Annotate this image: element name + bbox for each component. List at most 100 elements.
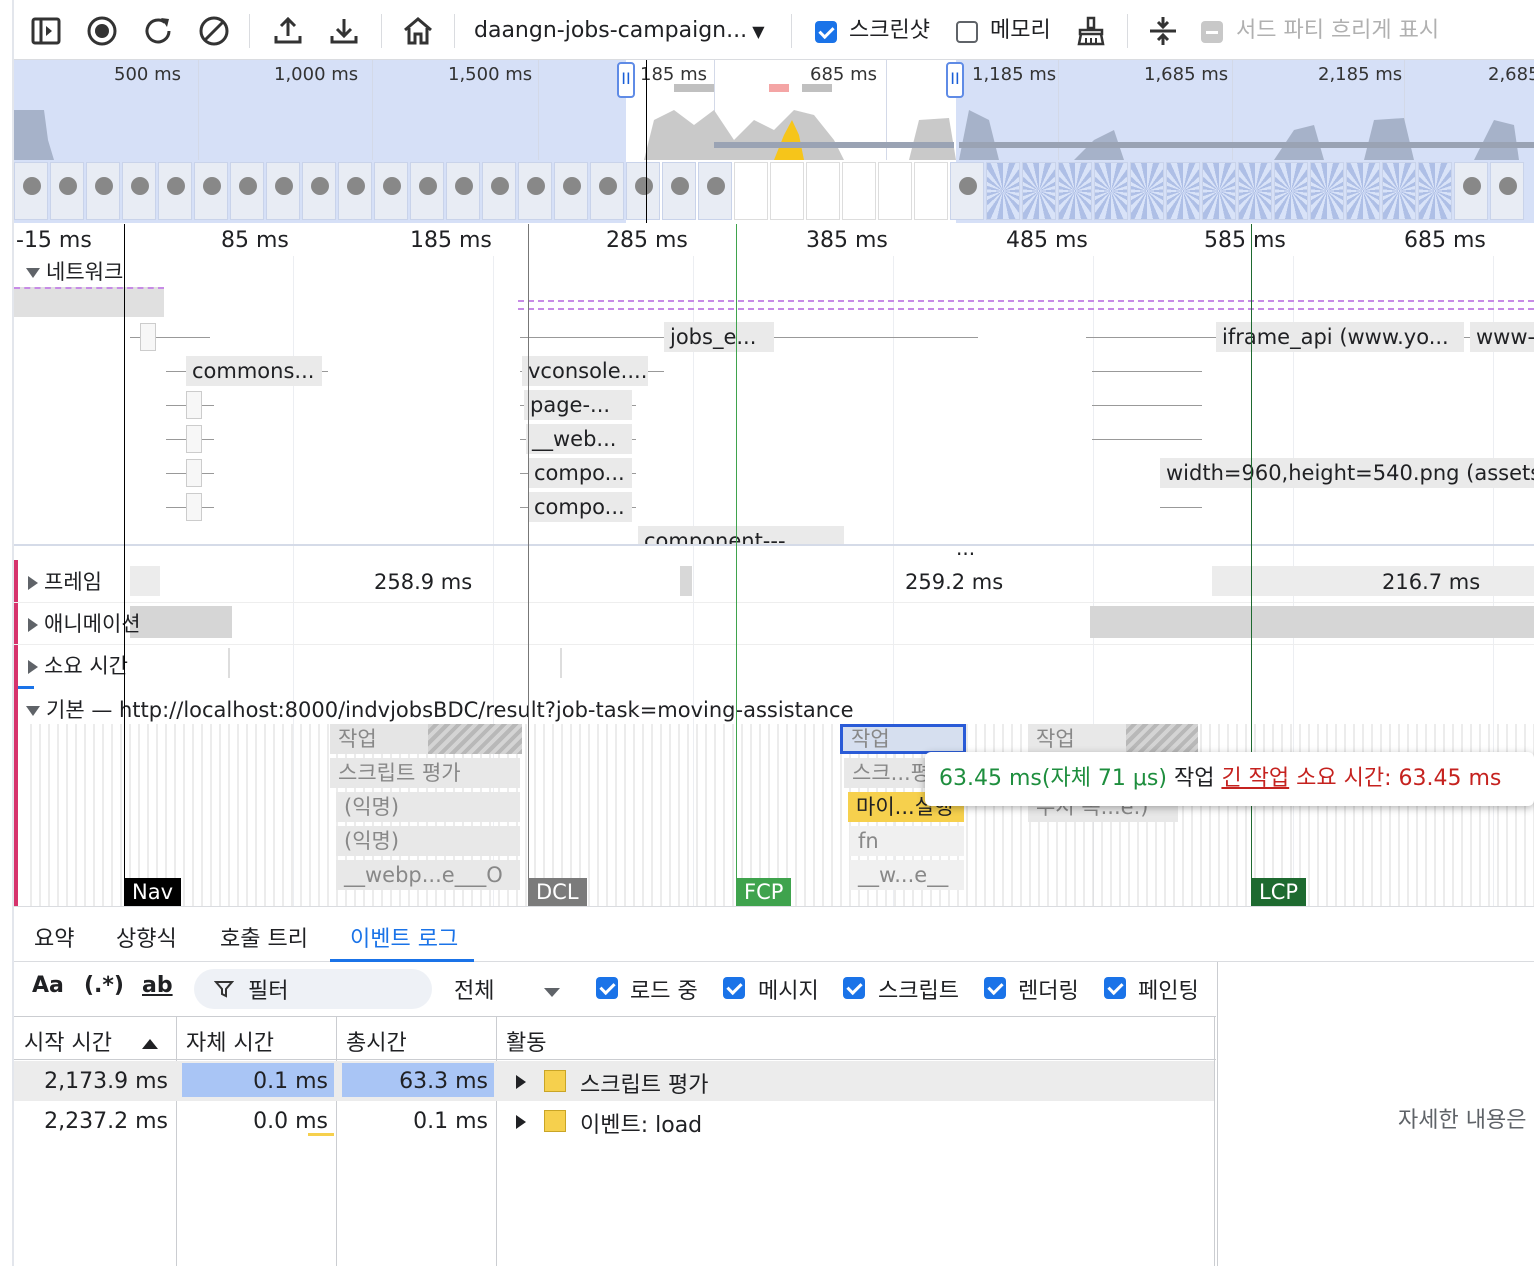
expand-arrow-icon [28,576,38,590]
network-request-bar[interactable]: __web... [526,424,632,454]
flame-script-evaluation[interactable]: 스크립트 평가 [330,758,520,788]
column-header-activity[interactable]: 활동 [506,1025,546,1057]
expand-row-icon[interactable] [516,1115,526,1129]
sidebar-toggle-icon[interactable] [29,14,63,48]
recording-select[interactable]: daangn-jobs-campaign... ▼ [474,16,765,47]
filter-icon [214,981,234,998]
screenshot-thumbnail [1094,162,1128,220]
messaging-label: 메시지 [758,979,819,1004]
dropdown-arrow-icon: ▼ [747,22,765,41]
garbage-collect-icon[interactable] [1074,14,1108,48]
long-task-link[interactable]: 긴 작업 [1221,766,1289,791]
network-request-bar[interactable]: iframe_api (www.yo... [1216,322,1464,352]
column-header-total-time[interactable]: 총시간 [346,1025,407,1057]
tab-bottom-up[interactable]: 상향식 [116,921,177,953]
scripting-checkbox[interactable] [843,977,865,999]
flame-anonymous[interactable]: (익명) [336,826,520,856]
download-icon[interactable] [327,14,361,48]
rendering-checkbox[interactable] [984,977,1006,999]
collapse-tracks-icon[interactable] [1146,14,1180,48]
regex-button[interactable]: (.*) [84,973,124,998]
fcp-marker[interactable]: FCP [736,878,792,906]
flame-webpack-require[interactable]: __webp...e___O [336,860,520,890]
network-request-bar[interactable]: www- [1470,322,1534,352]
timeline-overview[interactable]: 500 ms 1,000 ms 1,500 ms 185 ms 685 ms 1… [14,60,1534,223]
third-party-checkbox[interactable] [1201,21,1223,43]
network-request-bar[interactable]: component--- [638,526,844,544]
flame-task-selected[interactable]: 작업 [840,724,966,754]
screenshot-thumbnail [1130,162,1164,220]
start-time-cell: 2,237.2 ms [44,1109,168,1134]
total-time-cell: 63.3 ms [399,1069,488,1094]
nav-marker[interactable]: Nav [124,878,182,906]
painting-label: 페인팅 [1138,979,1199,1004]
network-request-bar[interactable] [140,323,156,351]
network-request-bar[interactable]: commons... [186,356,322,386]
timings-track-header[interactable]: 소요 시간 [28,650,128,680]
clear-icon[interactable] [197,14,231,48]
home-icon[interactable] [401,14,435,48]
duration-select[interactable]: 전체 [454,973,561,1005]
frame-duration[interactable]: 258.9 ms [374,570,472,594]
network-request-bar[interactable]: jobs_e... [664,322,774,352]
screenshot-thumbnail [230,162,264,220]
painting-checkbox[interactable] [1104,977,1126,999]
flame-task[interactable]: 작업 [1028,724,1126,754]
network-request-bar[interactable] [14,287,164,317]
filter-input[interactable]: 필터 [194,969,432,1009]
reload-record-icon[interactable] [141,14,175,48]
overview-right-handle[interactable]: II [946,62,964,98]
screenshot-thumbnail [50,162,84,220]
flame-fn[interactable]: fn [850,826,964,856]
loading-checkbox[interactable] [596,977,618,999]
record-icon[interactable] [85,14,119,48]
flame-anonymous[interactable]: (익명) [336,792,520,822]
screenshot-thumbnail [878,162,912,220]
ruler-tick: -15 ms [16,228,92,253]
lcp-marker[interactable]: LCP [1251,878,1307,906]
messaging-checkbox[interactable] [723,977,745,999]
screenshot-thumbnail [554,162,588,220]
network-track-header[interactable]: 네트워크 [26,256,123,286]
screenshot-thumbnail [1166,162,1200,220]
more-requests-indicator[interactable]: ... [956,536,975,560]
network-request-bar[interactable]: width=960,height=540.png (assets [1160,458,1534,488]
tab-call-tree[interactable]: 호출 트리 [220,921,308,953]
screenshot-thumbnail [158,162,192,220]
flame-webpack-require[interactable]: __w...e__ [850,860,964,890]
total-time-cell: 0.1 ms [413,1109,488,1134]
expand-row-icon[interactable] [516,1075,526,1089]
loading-label: 로드 중 [630,979,698,1004]
tab-summary[interactable]: 요약 [34,921,74,953]
flame-task[interactable]: 작업 [330,724,428,754]
screenshot-thumbnail [806,162,840,220]
column-header-start-time[interactable]: 시작 시간 [24,1025,158,1057]
expand-arrow-icon [26,706,40,716]
self-time-cell: 0.0 ms [253,1109,328,1134]
network-request-bar[interactable]: compo... [528,458,632,488]
frame-duration[interactable]: 259.2 ms [905,570,1003,594]
network-request-bar[interactable]: page-... [524,390,632,420]
screenshot-thumbnail [1238,162,1272,220]
tab-event-log[interactable]: 이벤트 로그 [350,921,458,953]
screenshot-thumbnail [14,162,48,220]
frame-duration[interactable]: 216.7 ms [1382,570,1480,594]
screenshots-checkbox[interactable] [815,21,837,43]
screenshot-thumbnail [1310,162,1344,220]
expand-arrow-icon [28,660,38,674]
frames-track-header[interactable]: 프레임 [28,566,102,596]
activity-cell: 이벤트: load [580,1113,703,1138]
main-thread-track-header[interactable]: 기본 — http://localhost:8000/indvjobsBDC/r… [26,694,854,724]
dcl-marker[interactable]: DCL [528,878,587,906]
overview-left-handle[interactable]: II [617,62,635,98]
column-header-self-time[interactable]: 자체 시간 [186,1025,274,1057]
network-request-bar[interactable] [518,300,1534,302]
match-case-button[interactable]: Aa [32,973,64,998]
upload-icon[interactable] [271,14,305,48]
start-time-cell: 2,173.9 ms [44,1069,168,1094]
network-request-bar[interactable]: vconsole.... [522,356,648,386]
screenshot-thumbnail [410,162,444,220]
memory-checkbox[interactable] [956,21,978,43]
network-request-bar[interactable]: compo... [528,492,632,522]
whole-word-button[interactable]: ab [142,973,173,998]
